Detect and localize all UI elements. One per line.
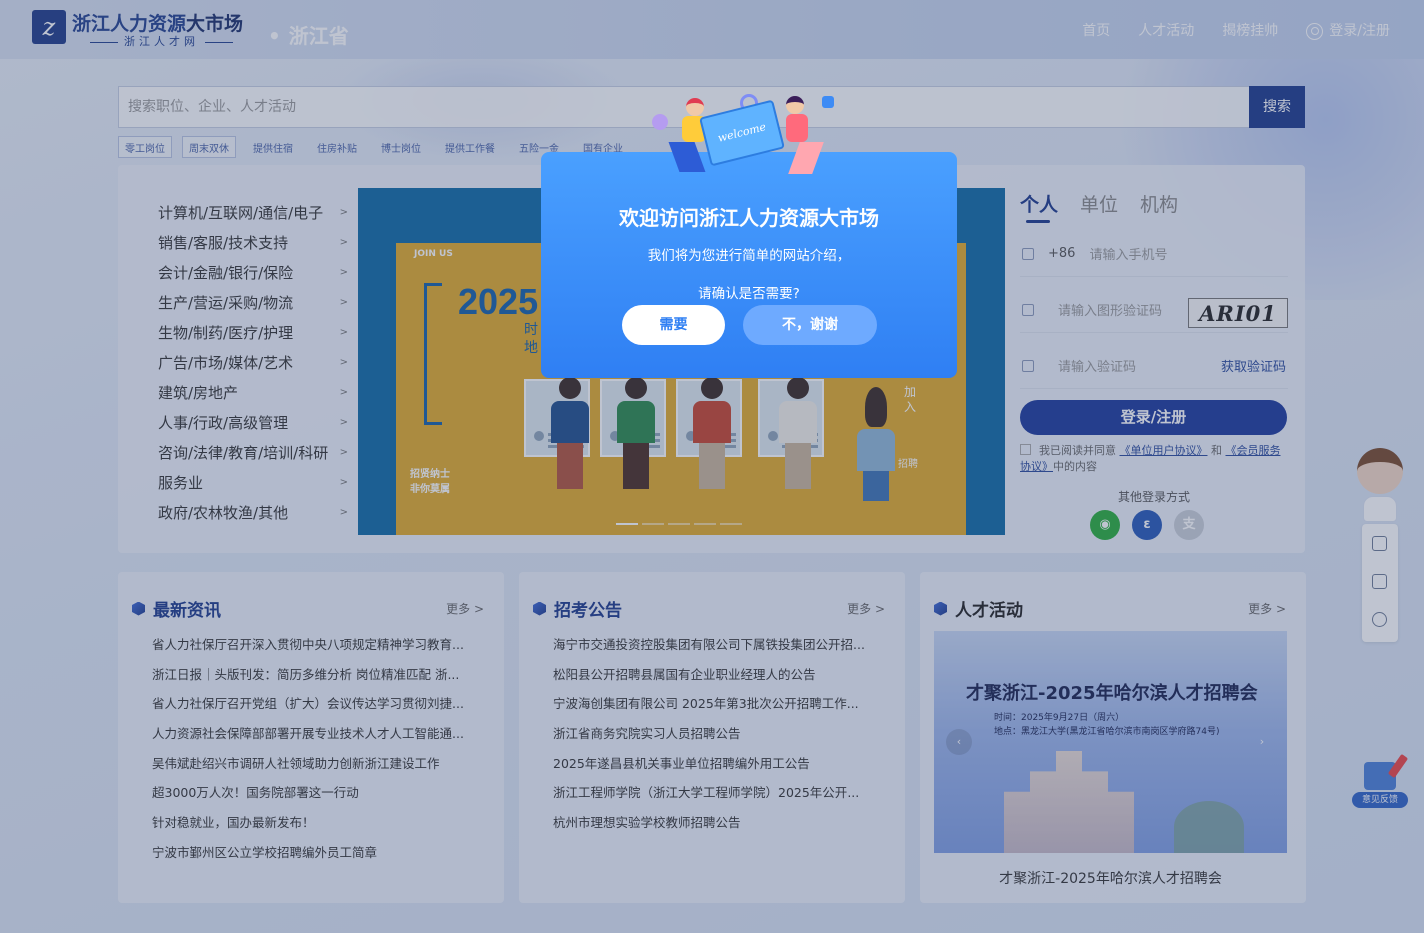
dialog-yes-button[interactable]: 需要 bbox=[622, 305, 725, 345]
welcome-illustration: welcome bbox=[650, 92, 840, 187]
dialog-no-button[interactable]: 不，谢谢 bbox=[743, 305, 877, 345]
person-figure bbox=[666, 98, 706, 176]
dialog-title: 欢迎访问浙江人力资源大市场 bbox=[619, 206, 879, 230]
person-figure bbox=[780, 96, 824, 182]
dialog-text-2: 请确认是否需要? bbox=[698, 286, 800, 302]
dialog-text-1: 我们将为您进行简单的网站介绍， bbox=[647, 248, 851, 264]
welcome-card: welcome bbox=[699, 99, 785, 167]
